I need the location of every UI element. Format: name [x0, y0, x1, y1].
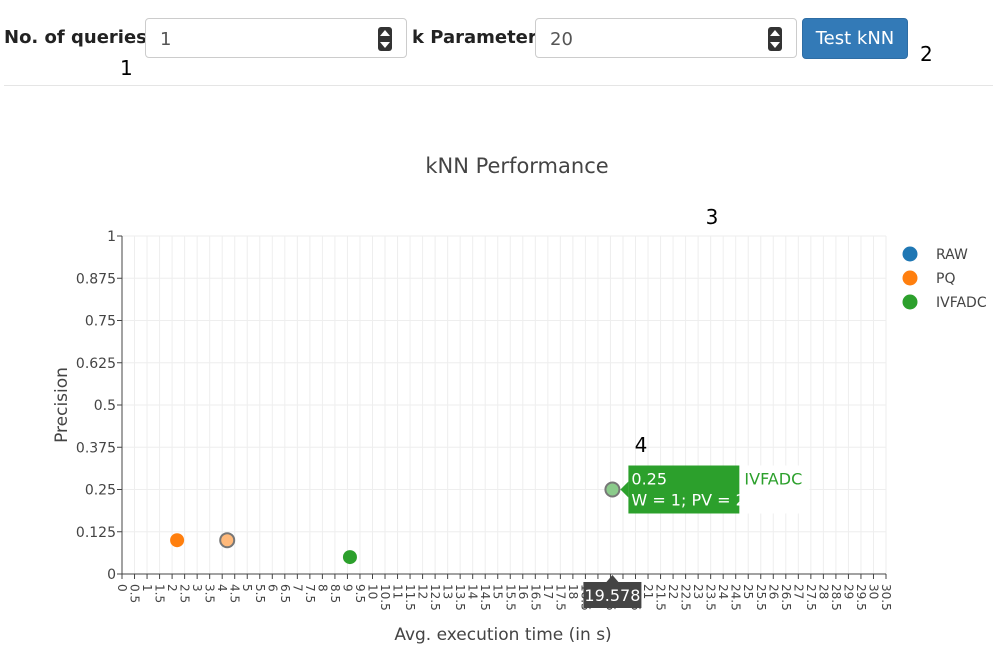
marker-4: 4 — [635, 433, 648, 457]
x-tick-label: 28.5 — [829, 584, 843, 611]
chart-points — [170, 481, 621, 565]
x-tick-label: 30 — [866, 584, 880, 599]
chart-legend: RAW PQ IVFADC — [902, 246, 987, 311]
y-tick-label: 0.625 — [76, 356, 116, 372]
x-tick-label: 15 — [491, 584, 505, 599]
hover-x-pointer — [606, 575, 619, 582]
x-tick-label: 29.5 — [854, 584, 868, 611]
x-tick-label: 9.5 — [353, 584, 367, 603]
x-tick-label: 23.5 — [704, 584, 718, 611]
legend-marker-ivfadc — [902, 294, 918, 310]
knn-performance-chart: 00.511.522.533.544.555.566.577.588.599.5… — [52, 154, 987, 645]
x-tick-label: 12 — [416, 584, 430, 599]
x-tick-label: 2.5 — [178, 584, 192, 603]
x-tick-label: 25.5 — [754, 584, 768, 611]
legend-label-ivfadc: IVFADC — [936, 295, 987, 311]
x-tick-label: 10 — [365, 584, 379, 599]
chart-grid — [122, 235, 887, 574]
x-tick-label: 14 — [466, 584, 480, 599]
data-point-pq — [219, 532, 236, 549]
x-tick-label: 21.5 — [654, 584, 668, 611]
x-tick-label: 15.5 — [503, 584, 517, 611]
x-tick-label: 27.5 — [804, 584, 818, 611]
x-tick-label: 7 — [290, 584, 304, 592]
x-tick-label: 5 — [240, 584, 254, 592]
x-tick-label: 4.5 — [228, 584, 242, 603]
y-tick-label: 0.25 — [85, 483, 116, 499]
x-tick-label: 1.5 — [153, 584, 167, 603]
x-tick-label: 10.5 — [378, 584, 392, 611]
x-tick-label: 29 — [841, 584, 855, 599]
y-tick-label: 0.75 — [85, 314, 116, 330]
x-tick-label: 0.5 — [128, 584, 142, 603]
x-tick-label: 5.5 — [253, 584, 267, 603]
x-tick-label: 11.5 — [403, 584, 417, 611]
x-tick-label: 1 — [140, 584, 154, 592]
x-tick-label: 13.5 — [453, 584, 467, 611]
x-tick-label: 27 — [791, 584, 805, 599]
x-tick-label: 23 — [691, 584, 705, 599]
y-tick-label: 0.375 — [76, 440, 116, 456]
x-tick-label: 26 — [766, 584, 780, 599]
data-point-ivfadc — [342, 550, 357, 565]
x-tick-label: 3 — [190, 584, 204, 592]
x-tick-label: 6.5 — [278, 584, 292, 603]
x-tick-label: 17 — [541, 584, 555, 599]
x-tick-label: 12.5 — [428, 584, 442, 611]
y-tick-label: 0.125 — [76, 525, 116, 541]
x-tick-label: 17.5 — [553, 584, 567, 611]
x-tick-label: 18 — [566, 584, 580, 599]
x-tick-label: 26.5 — [779, 584, 793, 611]
hover-pointer — [620, 481, 629, 498]
y-tick-label: 0.5 — [94, 398, 116, 414]
legend-marker-pq — [902, 270, 918, 286]
chart-ticks: 00.511.522.533.544.555.566.577.588.599.5… — [76, 229, 893, 611]
x-tick-label: 8 — [315, 584, 329, 592]
x-tick-label: 14.5 — [478, 584, 492, 611]
hover-series-name: IVFADC — [744, 470, 802, 489]
x-tick-label: 11 — [391, 584, 405, 599]
x-tick-label: 13 — [441, 584, 455, 599]
x-tick-label: 9 — [340, 584, 354, 592]
x-tick-label: 7.5 — [303, 584, 317, 603]
x-tick-label: 16.5 — [528, 584, 542, 611]
chart-title: kNN Performance — [425, 154, 608, 178]
x-tick-label: 21 — [641, 584, 655, 599]
x-tick-label: 3.5 — [203, 584, 217, 603]
marker-3: 3 — [706, 205, 719, 229]
x-tick-label: 22 — [666, 584, 680, 599]
x-tick-label: 4 — [215, 584, 229, 592]
x-tick-label: 28 — [816, 584, 830, 599]
data-point-ivfadc — [604, 481, 621, 498]
x-tick-label: 16 — [516, 584, 530, 599]
y-tick-label: 0 — [107, 567, 116, 583]
hover-y-value: 0.25 — [631, 470, 667, 489]
y-axis-label: Precision — [52, 367, 72, 443]
legend-label-pq: PQ — [936, 271, 955, 287]
x-tick-label: 30.5 — [879, 584, 893, 611]
x-tick-label: 24 — [716, 584, 730, 599]
x-axis-label: Avg. execution time (in s) — [394, 625, 611, 645]
hover-x-value: 19.578 — [584, 586, 640, 605]
x-tick-label: 25 — [741, 584, 755, 599]
x-tick-label: 8.5 — [328, 584, 342, 603]
x-tick-label: 22.5 — [679, 584, 693, 611]
hover-detail: W = 1; PV = 2 — [631, 491, 745, 510]
x-tick-label: 24.5 — [729, 584, 743, 611]
x-tick-label: 0 — [115, 584, 129, 592]
legend-label-raw: RAW — [936, 247, 968, 263]
y-tick-label: 1 — [107, 229, 116, 245]
x-tick-label: 2 — [165, 584, 179, 592]
y-tick-label: 0.875 — [76, 271, 116, 287]
data-point-pq — [170, 533, 185, 548]
legend-marker-raw — [902, 246, 918, 262]
x-tick-label: 6 — [265, 584, 279, 592]
